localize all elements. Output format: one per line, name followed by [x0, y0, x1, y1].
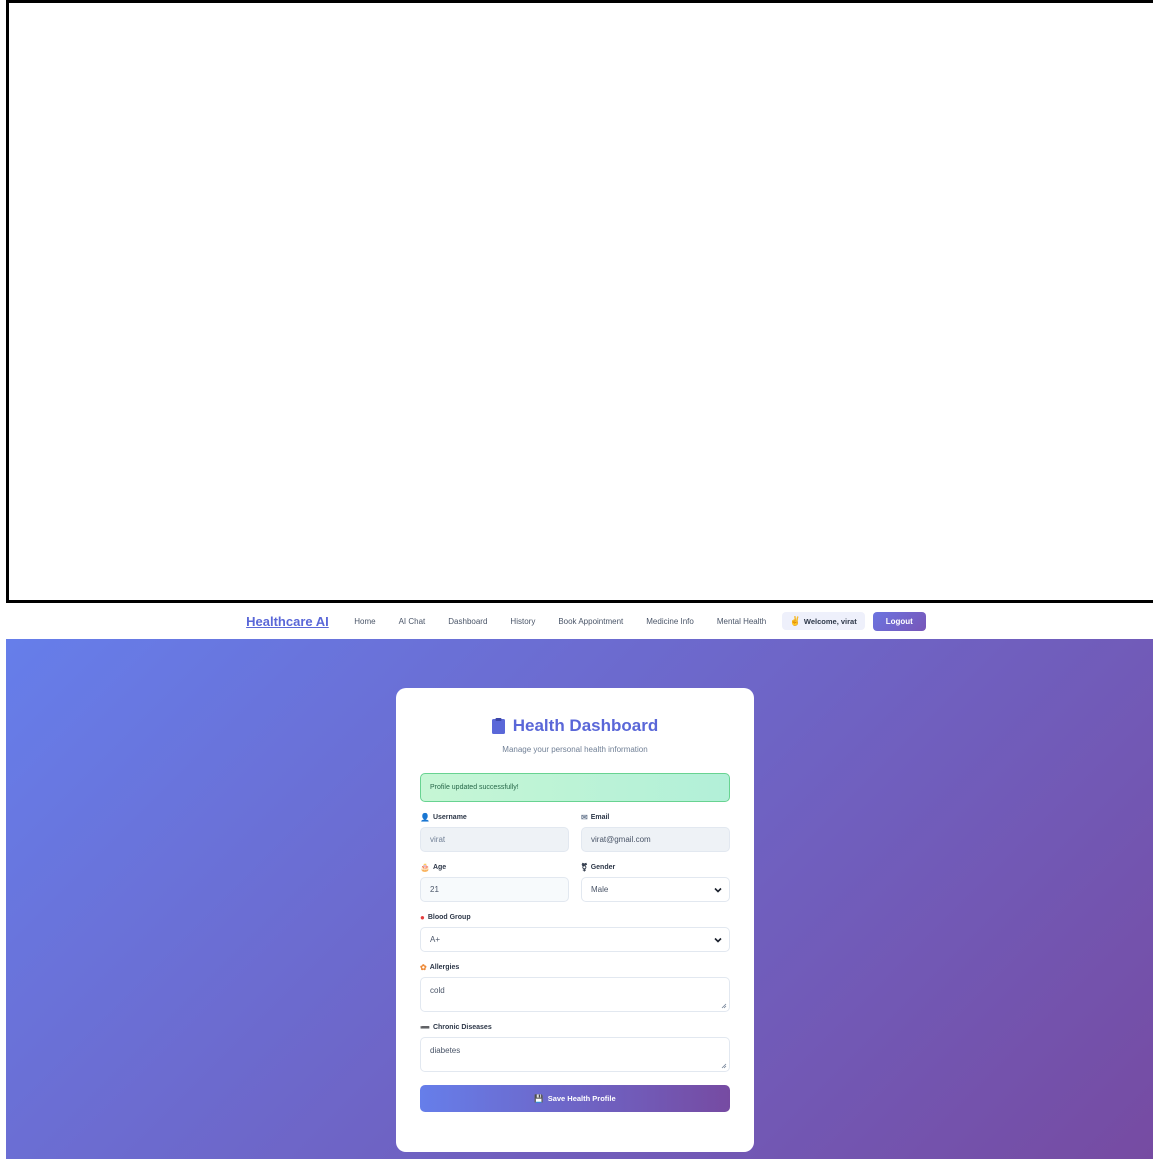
- cake-icon: 🎂: [420, 863, 430, 872]
- row-age-gender: 🎂 Age 21 ⚧ Gender Male: [420, 862, 730, 902]
- brand-link[interactable]: Healthcare AI: [246, 614, 329, 629]
- page-subtitle: Manage your personal health information: [502, 745, 648, 754]
- email-label-text: Email: [590, 814, 610, 821]
- allergies-label: ✿ Allergies: [420, 962, 730, 973]
- email-group: ✉ Email virat@gmail.com: [581, 812, 730, 852]
- pill-icon: ➖: [420, 1023, 430, 1032]
- gender-select-value: Male: [591, 885, 609, 894]
- nav-link-history[interactable]: History: [510, 617, 535, 626]
- email-field[interactable]: virat@gmail.com: [581, 827, 730, 852]
- age-group: 🎂 Age 21: [420, 862, 569, 902]
- row-username-email: 👤 Username virat ✉ Email virat@gmail.com: [420, 812, 730, 852]
- save-profile-label: Save Health Profile: [547, 1094, 616, 1103]
- username-label-text: Username: [432, 814, 467, 821]
- blood-drop-icon: ●: [420, 913, 425, 922]
- username-group: 👤 Username virat: [420, 812, 569, 852]
- chronic-group: ➖ Chronic Diseases diabetes: [420, 1022, 730, 1072]
- nav-link-book-appointment[interactable]: Book Appointment: [558, 617, 623, 626]
- gender-label-text: Gender: [590, 864, 616, 871]
- age-label: 🎂 Age: [420, 862, 569, 873]
- floppy-disk-icon: 💾: [534, 1094, 544, 1103]
- allergies-textarea-value: cold: [430, 986, 445, 995]
- age-label-text: Age: [432, 864, 447, 871]
- welcome-text: Welcome, virat: [803, 616, 857, 626]
- username-field[interactable]: virat: [420, 827, 569, 852]
- chronic-textarea[interactable]: diabetes: [420, 1037, 730, 1072]
- nav-link-medicine-info[interactable]: Medicine Info: [646, 617, 694, 626]
- logout-button[interactable]: Logout: [872, 611, 926, 631]
- chronic-label-text: Chronic Diseases: [432, 1024, 492, 1031]
- success-alert: Profile updated successfully!: [420, 773, 730, 802]
- blood-label: ● Blood Group: [420, 912, 730, 923]
- resize-handle-icon[interactable]: [721, 1003, 727, 1009]
- username-label: 👤 Username: [420, 812, 569, 823]
- save-profile-button[interactable]: 💾 Save Health Profile: [420, 1085, 730, 1112]
- chevron-down-icon: [714, 887, 722, 893]
- chevron-down-icon: [714, 937, 722, 943]
- blank-content-area: [6, 0, 1153, 603]
- dashboard-card: Health Dashboard Manage your personal he…: [396, 688, 754, 1152]
- navbar: Healthcare AI Home AI Chat Dashboard His…: [6, 603, 1153, 639]
- resize-handle-icon[interactable]: [721, 1063, 727, 1069]
- allergies-group: ✿ Allergies cold: [420, 962, 730, 1012]
- age-field[interactable]: 21: [420, 877, 569, 902]
- sneeze-icon: ✿: [420, 963, 427, 972]
- blood-group-select-value: A+: [430, 935, 441, 944]
- allergies-textarea[interactable]: cold: [420, 977, 730, 1012]
- nav-link-ai-chat[interactable]: AI Chat: [399, 617, 426, 626]
- gender-select[interactable]: Male: [581, 877, 730, 902]
- welcome-badge: ✌ Welcome, virat: [781, 612, 865, 630]
- gender-label: ⚧ Gender: [581, 862, 730, 873]
- nav-link-dashboard[interactable]: Dashboard: [448, 617, 487, 626]
- waving-hand-icon: ✌: [789, 615, 801, 626]
- blood-group: ● Blood Group A+: [420, 912, 730, 952]
- navbar-inner: Healthcare AI Home AI Chat Dashboard His…: [246, 611, 926, 631]
- gender-group: ⚧ Gender Male: [581, 862, 730, 902]
- allergies-label-text: Allergies: [429, 964, 460, 971]
- page-title: Health Dashboard: [420, 716, 730, 736]
- blood-label-text: Blood Group: [427, 914, 471, 921]
- clipboard-icon: [491, 718, 505, 734]
- email-label: ✉ Email: [581, 812, 730, 823]
- nav-link-mental-health[interactable]: Mental Health: [717, 617, 766, 626]
- chronic-textarea-value: diabetes: [430, 1046, 461, 1055]
- blood-group-select[interactable]: A+: [420, 927, 730, 952]
- envelope-icon: ✉: [581, 813, 588, 822]
- user-icon: 👤: [420, 813, 430, 822]
- page-title-text: Health Dashboard: [512, 716, 659, 735]
- gender-icon: ⚧: [581, 863, 588, 872]
- chronic-label: ➖ Chronic Diseases: [420, 1022, 730, 1033]
- nav-link-home[interactable]: Home: [354, 617, 375, 626]
